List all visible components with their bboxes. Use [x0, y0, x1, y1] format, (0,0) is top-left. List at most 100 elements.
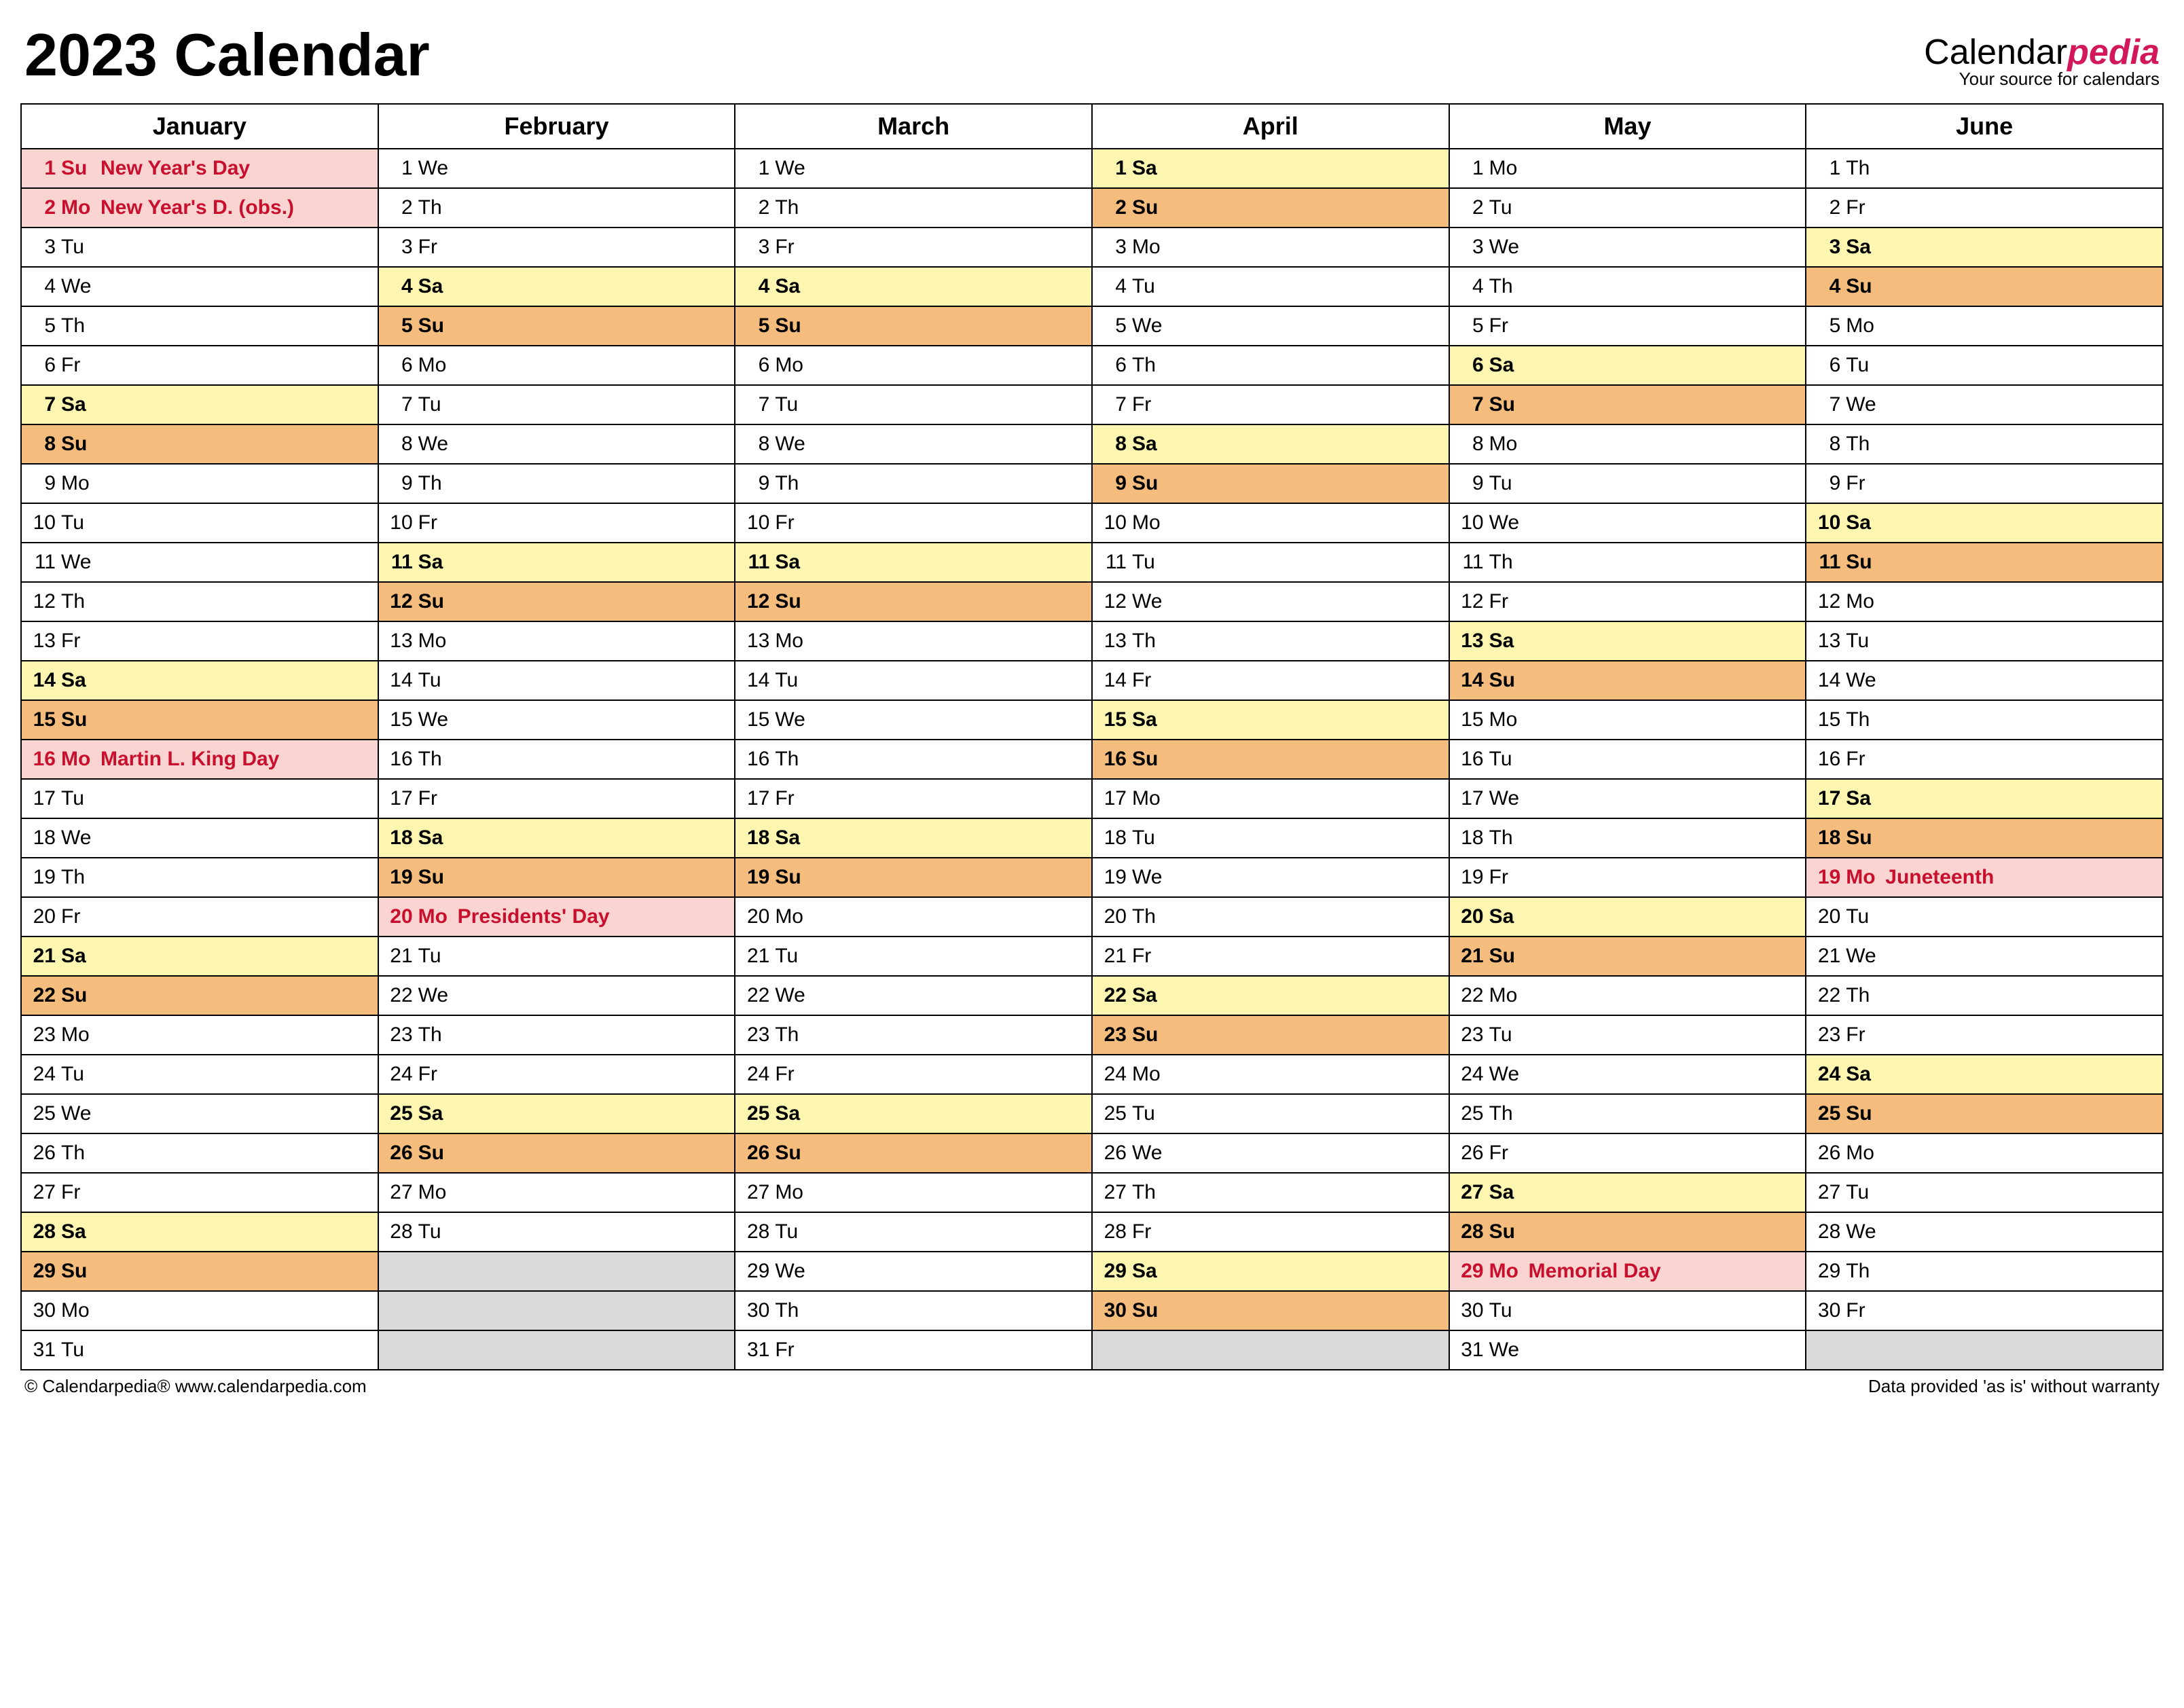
day-cell: 7Tu [378, 385, 735, 424]
day-cell: 26Su [735, 1133, 1092, 1173]
day-cell: 22Mo [1449, 976, 1806, 1015]
day-of-week: Tu [1489, 1299, 1523, 1322]
day-of-week: Su [1846, 275, 1880, 298]
day-number: 6 [1099, 354, 1127, 377]
day-number: 19 [29, 866, 56, 889]
day-of-week: Su [1132, 1023, 1166, 1047]
day-number: 15 [1813, 708, 1840, 731]
day-number: 12 [742, 590, 769, 613]
day-of-week: Tu [418, 1220, 452, 1243]
day-number: 1 [29, 157, 56, 180]
day-cell: 29We [735, 1252, 1092, 1291]
day-cell: 9Th [735, 464, 1092, 503]
day-cell: 19MoJuneteenth [1806, 858, 2163, 897]
day-number: 26 [29, 1142, 56, 1165]
day-cell [378, 1291, 735, 1330]
day-number: 25 [1813, 1102, 1840, 1125]
day-number: 22 [1457, 984, 1484, 1007]
day-number: 4 [1457, 275, 1484, 298]
day-cell: 12Su [378, 582, 735, 621]
day-cell: 13Th [1092, 621, 1449, 661]
day-of-week: Sa [1132, 708, 1166, 731]
day-of-week: We [1489, 1339, 1523, 1362]
day-cell: 26Su [378, 1133, 735, 1173]
calendar-row: 21Sa21Tu21Tu21Fr21Su21We [21, 937, 2163, 976]
day-number: 8 [29, 433, 56, 456]
day-of-week: Tu [775, 669, 809, 692]
day-of-week: We [418, 984, 452, 1007]
day-number: 31 [29, 1339, 56, 1362]
day-cell: 9Su [1092, 464, 1449, 503]
day-of-week: Mo [1489, 157, 1523, 180]
day-of-week: Th [418, 472, 452, 495]
day-of-week: Tu [1489, 196, 1523, 219]
day-of-week: Th [1132, 354, 1166, 377]
day-of-week: Tu [1846, 630, 1880, 653]
day-number: 16 [1099, 748, 1127, 771]
day-of-week: Fr [1846, 196, 1880, 219]
day-number: 9 [742, 472, 769, 495]
day-cell: 3Sa [1806, 228, 2163, 267]
day-number: 18 [1099, 826, 1127, 850]
day-number: 27 [742, 1181, 769, 1204]
day-cell: 14Su [1449, 661, 1806, 700]
day-cell: 11Su [1806, 543, 2163, 582]
day-of-week: Mo [1846, 590, 1880, 613]
day-number: 5 [1813, 314, 1840, 338]
day-number: 5 [386, 314, 413, 338]
day-number: 13 [1813, 630, 1840, 653]
day-of-week: Tu [1489, 1023, 1523, 1047]
day-cell: 20Sa [1449, 897, 1806, 937]
day-cell: 8Th [1806, 424, 2163, 464]
calendar-row: 26Th26Su26Su26We26Fr26Mo [21, 1133, 2163, 1173]
day-of-week: Mo [418, 630, 452, 653]
calendar-row: 28Sa28Tu28Tu28Fr28Su28We [21, 1212, 2163, 1252]
day-number: 5 [1457, 314, 1484, 338]
calendar-row: 20Fr20MoPresidents' Day20Mo20Th20Sa20Tu [21, 897, 2163, 937]
day-number: 24 [29, 1063, 56, 1086]
day-cell: 19We [1092, 858, 1449, 897]
day-number: 8 [742, 433, 769, 456]
day-number: 24 [1099, 1063, 1127, 1086]
day-cell: 4Tu [1092, 267, 1449, 306]
day-of-week: Su [1846, 1102, 1880, 1125]
day-number: 13 [1099, 630, 1127, 653]
day-of-week: Fr [61, 905, 95, 928]
day-cell: 21We [1806, 937, 2163, 976]
day-number: 25 [1457, 1102, 1484, 1125]
day-number: 4 [29, 275, 56, 298]
calendar-row: 18We18Sa18Sa18Tu18Th18Su [21, 818, 2163, 858]
month-header: May [1449, 104, 1806, 149]
day-number: 1 [742, 157, 769, 180]
day-of-week: Su [1132, 748, 1166, 771]
day-of-week: Su [61, 1260, 95, 1283]
day-cell: 24Sa [1806, 1055, 2163, 1094]
day-cell: 6Mo [378, 346, 735, 385]
day-number: 17 [1457, 787, 1484, 810]
day-number: 22 [742, 984, 769, 1007]
day-cell: 11Sa [378, 543, 735, 582]
day-of-week: Su [418, 314, 452, 338]
day-of-week: We [61, 826, 95, 850]
calendar-row: 31Tu31Fr31We [21, 1330, 2163, 1370]
day-number: 2 [1813, 196, 1840, 219]
day-cell: 1Th [1806, 149, 2163, 188]
day-number: 7 [742, 393, 769, 416]
day-cell: 27Sa [1449, 1173, 1806, 1212]
day-cell: 19Fr [1449, 858, 1806, 897]
day-of-week: Sa [775, 826, 809, 850]
day-of-week: Sa [61, 393, 95, 416]
day-number: 10 [1099, 511, 1127, 534]
day-cell: 1We [735, 149, 1092, 188]
day-number: 21 [1813, 945, 1840, 968]
day-cell: 27Fr [21, 1173, 378, 1212]
day-of-week: Su [418, 866, 452, 889]
day-of-week: Tu [775, 393, 809, 416]
day-cell: 30Mo [21, 1291, 378, 1330]
day-cell: 21Tu [735, 937, 1092, 976]
day-number: 29 [1813, 1260, 1840, 1283]
day-of-week: Th [1489, 1102, 1523, 1125]
day-cell: 2 Fr [1806, 188, 2163, 228]
day-cell: 7Su [1449, 385, 1806, 424]
day-of-week: Th [1132, 630, 1166, 653]
